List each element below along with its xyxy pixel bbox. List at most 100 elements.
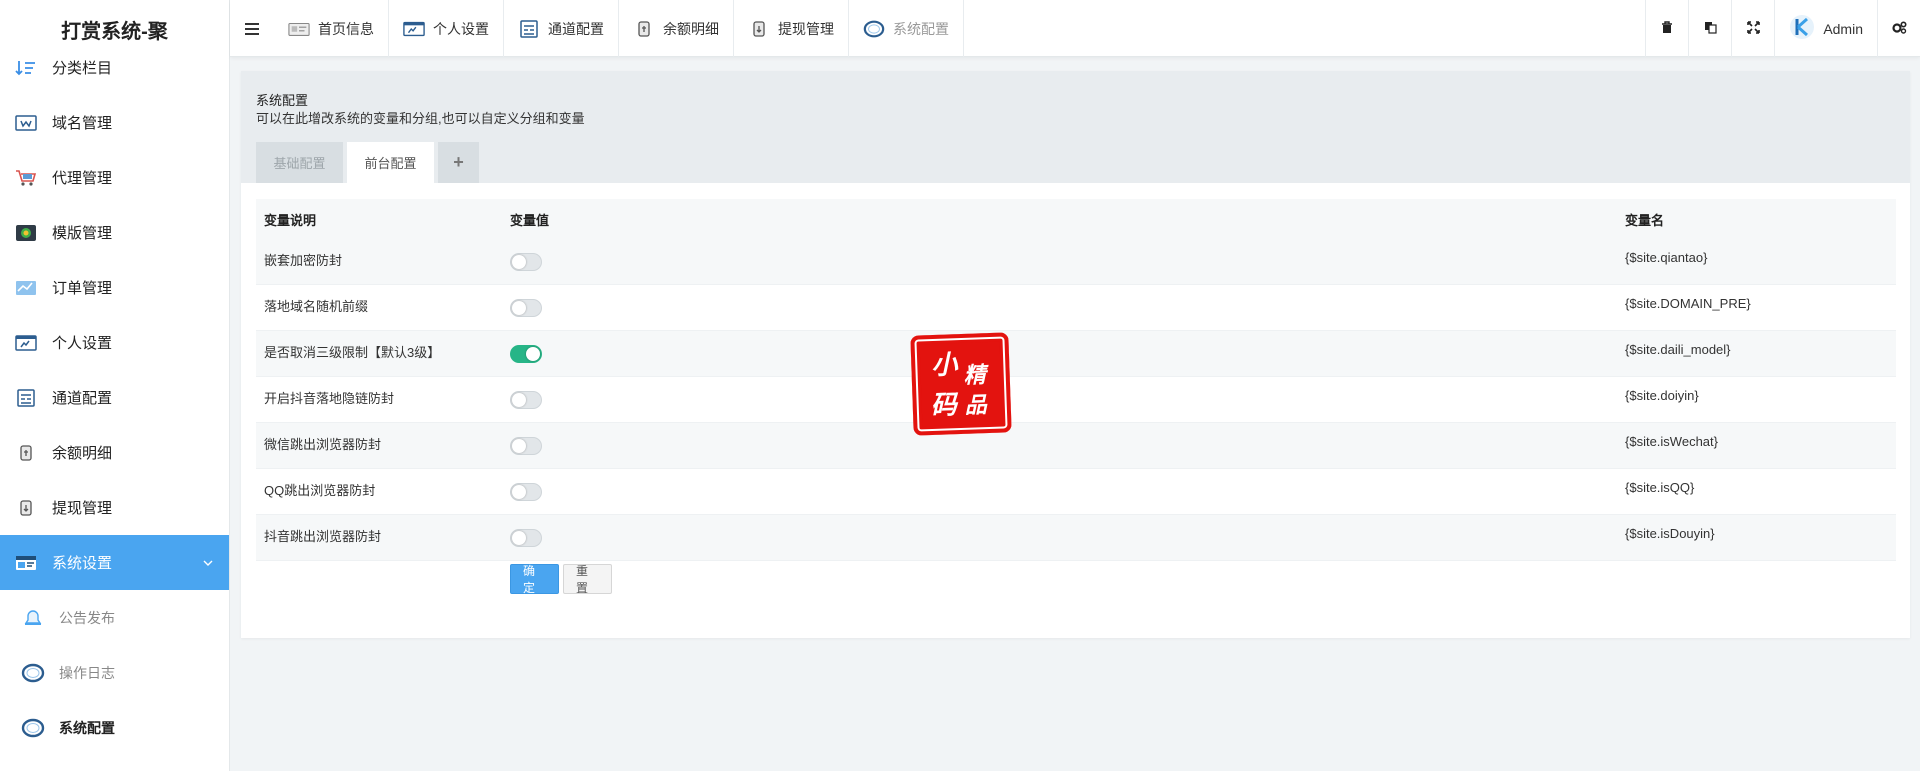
variable-name: {$site.doiyin}: [1625, 388, 1699, 403]
circle-icon: [21, 718, 45, 738]
variable-description: 微信跳出浏览器防封: [264, 437, 382, 452]
app-title: 打赏系统-聚: [0, 0, 229, 58]
table-row: 是否取消三级限制【默认3级】 {$site.daili_model}: [256, 331, 1896, 377]
sidebar-item-template[interactable]: 模版管理: [0, 205, 229, 260]
sidebar-item-label: 通道配置: [52, 390, 113, 407]
tab-label: 通道配置: [548, 20, 604, 37]
toggle-switch[interactable]: [510, 298, 542, 317]
sidebar-item-channel[interactable]: 通道配置: [0, 370, 229, 425]
domain-icon: [14, 113, 38, 133]
tab-label: 提现管理: [778, 20, 834, 37]
sidebar-item-withdraw[interactable]: 提现管理: [0, 480, 229, 535]
tab-label: 个人设置: [433, 20, 489, 37]
channel-icon: [518, 19, 540, 38]
bell-icon: [21, 608, 45, 628]
clear-cache-button[interactable]: [1645, 0, 1688, 57]
sidebar-item-order[interactable]: 订单管理: [0, 260, 229, 315]
page-description: 可以在此增改系统的变量和分组,也可以自定义分组和变量: [256, 111, 585, 126]
sidebar-subitem-notice[interactable]: 公告发布: [0, 590, 229, 645]
user-name: Admin: [1823, 20, 1863, 37]
sidebar: 分类栏目 域名管理 代理管理 模版管理 订单管理 个人设置 通道配置 余额明细 …: [0, 0, 230, 771]
toolbar-right: Admin: [1645, 0, 1920, 57]
chevron-down-icon: [203, 556, 213, 570]
toggle-switch[interactable]: [510, 528, 542, 547]
sidebar-item-system[interactable]: 系统设置: [0, 535, 229, 590]
table-header: 变量说明 变量值 变量名: [256, 199, 1896, 239]
sidebar-menu: 分类栏目 域名管理 代理管理 模版管理 订单管理 个人设置 通道配置 余额明细 …: [0, 40, 229, 755]
sidebar-item-profile[interactable]: 个人设置: [0, 315, 229, 370]
sidebar-subitem-label: 操作日志: [59, 664, 115, 681]
user-menu[interactable]: Admin: [1774, 0, 1877, 57]
panel-header: 系统配置 可以在此增改系统的变量和分组,也可以自定义分组和变量 基础配置 前台配…: [241, 71, 1910, 183]
toggle-switch[interactable]: [510, 436, 542, 455]
top-bar: 首页信息 个人设置 通道配置 余额明细 提现管理 系统配置 Admin: [230, 0, 1920, 57]
variable-description: 抖音跳出浏览器防封: [264, 529, 382, 544]
profile-icon: [403, 21, 425, 37]
sidebar-item-label: 模版管理: [52, 225, 113, 242]
variable-value: [510, 331, 710, 376]
settings-button[interactable]: [1877, 0, 1920, 57]
table-row: 落地域名随机前缀 {$site.DOMAIN_PRE}: [256, 285, 1896, 331]
tab-label: 系统配置: [893, 20, 949, 37]
toggle-switch[interactable]: [510, 482, 542, 501]
fullscreen-icon: [1747, 20, 1760, 37]
fullscreen-button[interactable]: [1731, 0, 1774, 57]
profile-icon: [14, 333, 38, 353]
sidebar-item-balance[interactable]: 余额明细: [0, 425, 229, 480]
config-panel: 系统配置 可以在此增改系统的变量和分组,也可以自定义分组和变量 基础配置 前台配…: [241, 71, 1910, 638]
variable-value: [510, 285, 710, 330]
circle-icon: [21, 663, 45, 683]
variable-name: {$site.isWechat}: [1625, 434, 1718, 449]
cart-icon: [14, 168, 38, 188]
page-title: 系统配置: [256, 93, 309, 108]
variable-description: 嵌套加密防封: [264, 253, 343, 268]
table-body: 嵌套加密防封 {$site.qiantao} 落地域名随机前缀 {$site.DOMA…: [256, 239, 1896, 561]
sidebar-item-domain[interactable]: 域名管理: [0, 95, 229, 150]
circle-icon: [863, 20, 885, 37]
sidebar-item-label: 系统设置: [52, 555, 113, 572]
tab-basic-config[interactable]: 基础配置: [256, 142, 343, 183]
submit-button[interactable]: 确定: [510, 564, 559, 595]
stamp-char: 小: [930, 350, 958, 382]
toggle-switch[interactable]: [510, 344, 542, 363]
sidebar-subitem-config[interactable]: 系统配置: [0, 700, 229, 755]
variable-name: {$site.isQQ}: [1625, 480, 1695, 495]
sidebar-subitem-log[interactable]: 操作日志: [0, 645, 229, 700]
tab-home[interactable]: 首页信息: [274, 0, 389, 57]
variable-name: {$site.daili_model}: [1625, 342, 1731, 357]
system-icon: [14, 553, 38, 573]
reset-button[interactable]: 重置: [563, 564, 612, 595]
tab-channel[interactable]: 通道配置: [504, 0, 619, 57]
wallet-icon: [14, 443, 38, 463]
tab-profile[interactable]: 个人设置: [389, 0, 504, 57]
variable-name: {$site.DOMAIN_PRE}: [1625, 296, 1751, 311]
stamp-char: 品: [964, 392, 988, 419]
sidebar-item-label: 个人设置: [52, 335, 113, 352]
variable-description: 落地域名随机前缀: [264, 299, 369, 314]
toggle-switch[interactable]: [510, 252, 542, 271]
table-row: 微信跳出浏览器防封 {$site.isWechat}: [256, 423, 1896, 469]
translate-button[interactable]: [1688, 0, 1731, 57]
variable-description: QQ跳出浏览器防封: [264, 483, 376, 498]
variable-value: [510, 239, 710, 284]
variable-value: [510, 423, 710, 468]
sidebar-subitem-label: 公告发布: [59, 609, 115, 626]
tab-front-config[interactable]: 前台配置: [347, 142, 434, 183]
gears-icon: [1891, 20, 1907, 37]
add-group-button[interactable]: +: [438, 142, 479, 183]
tab-withdraw[interactable]: 提现管理: [734, 0, 849, 57]
tab-balance[interactable]: 余额明细: [619, 0, 734, 57]
stamp-char: 码: [930, 390, 958, 422]
menu-toggle-icon[interactable]: [230, 0, 274, 57]
config-tabs: 基础配置 前台配置 +: [256, 142, 483, 183]
column-header: 变量值: [510, 212, 550, 228]
sidebar-subitem-label: 系统配置: [59, 719, 115, 736]
home-icon: [288, 21, 310, 37]
tab-system-config[interactable]: 系统配置: [849, 0, 964, 57]
toggle-switch[interactable]: [510, 390, 542, 409]
table-row: 嵌套加密防封 {$site.qiantao}: [256, 239, 1896, 285]
sidebar-item-agent[interactable]: 代理管理: [0, 150, 229, 205]
wallet-icon: [633, 20, 655, 37]
variable-name: {$site.qiantao}: [1625, 250, 1708, 265]
sidebar-item-label: 代理管理: [52, 170, 113, 187]
